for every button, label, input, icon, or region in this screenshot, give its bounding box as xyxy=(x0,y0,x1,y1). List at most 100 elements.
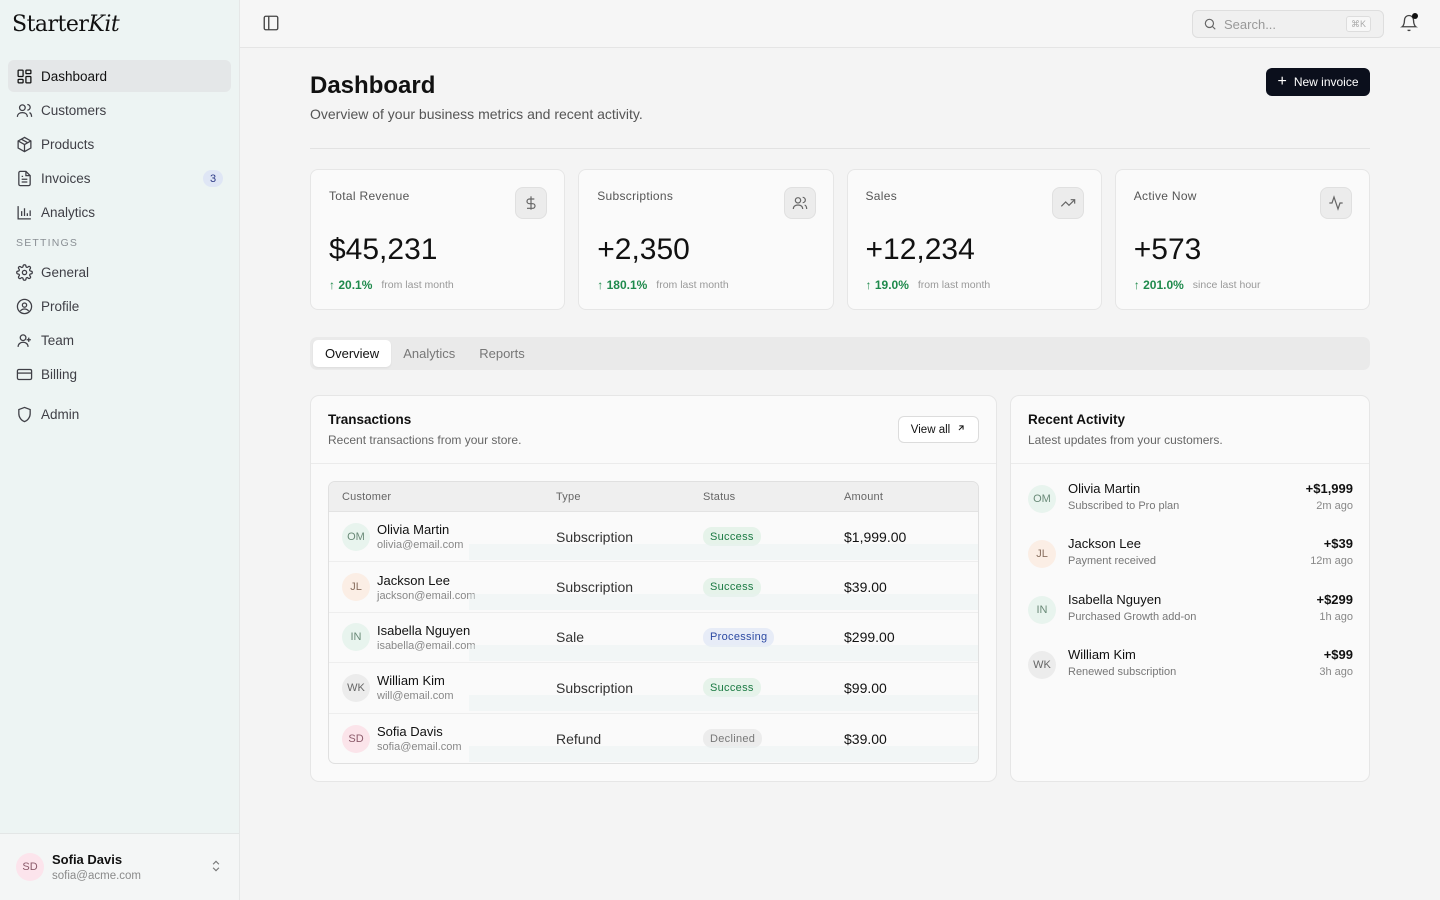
sidebar-item-label: Customers xyxy=(41,102,107,118)
customer-email: isabella@email.com xyxy=(377,639,476,652)
brand-logo[interactable]: StarterKit xyxy=(12,12,120,37)
activity-name: Isabella Nguyen xyxy=(1068,591,1162,607)
sidebar-item-dashboard[interactable]: Dashboard xyxy=(8,60,231,92)
dollar-icon xyxy=(515,187,548,219)
activity-header: Recent Activity Latest updates from your… xyxy=(1011,396,1369,464)
user-info: Sofia Davis sofia@acme.com xyxy=(52,852,141,882)
transactions-table: Customer Type Status Amount OM Olivia Mar… xyxy=(328,481,979,764)
status-cell: Success xyxy=(703,577,844,597)
shield-icon xyxy=(16,406,33,423)
customer-info: William Kim will@email.com xyxy=(377,673,454,702)
customer-info: Sofia Davis sofia@email.com xyxy=(377,724,462,753)
team-icon xyxy=(16,332,33,349)
activity-info: Olivia Martin Subscribed to Pro plan xyxy=(1068,481,1179,512)
arrow-up-icon: ↑ xyxy=(597,278,604,292)
stat-change-pct: 20.1% xyxy=(338,278,373,292)
sidebar-item-label: Invoices xyxy=(41,170,91,186)
bar-chart-icon xyxy=(16,204,33,221)
status-cell: Processing xyxy=(703,627,844,647)
avatar: SD xyxy=(342,724,370,753)
column-header-amount[interactable]: Amount xyxy=(844,491,978,503)
activity-amount: +$1,999 xyxy=(1305,481,1353,496)
avatar: IN xyxy=(342,623,370,652)
avatar: WK xyxy=(1028,650,1056,679)
sidebar-item-profile[interactable]: Profile xyxy=(8,290,231,322)
list-item[interactable]: IN Isabella Nguyen Purchased Growth add-o… xyxy=(1028,592,1353,647)
sidebar-item-products[interactable]: Products xyxy=(8,128,231,160)
transactions-card: Transactions Recent transactions from yo… xyxy=(310,395,997,782)
sidebar-toggle-icon[interactable] xyxy=(262,14,282,34)
customer-name: Isabella Nguyen xyxy=(377,622,471,638)
avatar: OM xyxy=(1028,485,1056,513)
table-row[interactable]: SD Sofia Davis sofia@email.com Refund Decl… xyxy=(329,714,978,763)
transactions-title: Transactions xyxy=(328,412,412,427)
table-row[interactable]: OM Olivia Martin olivia@email.com Subscrip… xyxy=(329,512,978,563)
sidebar-nav: Dashboard Customers Products Invoices 3 … xyxy=(8,60,231,432)
search-input[interactable]: Search... ⌘K xyxy=(1192,10,1384,38)
tab-analytics[interactable]: Analytics xyxy=(391,340,467,367)
card-icon xyxy=(16,366,33,383)
customer-email: jackson@email.com xyxy=(377,589,476,602)
arrow-up-right-icon xyxy=(956,423,966,436)
amount-cell: $39.00 xyxy=(844,579,887,596)
list-item[interactable]: JL Jackson Lee Payment received +$39 12m a… xyxy=(1028,536,1353,591)
new-invoice-button[interactable]: + New invoice xyxy=(1266,68,1370,96)
stat-change: ↑ 19.0% from last month xyxy=(866,278,991,292)
stat-change-pct: 19.0% xyxy=(874,278,909,292)
table-row[interactable]: JL Jackson Lee jackson@email.com Subscript… xyxy=(329,562,978,613)
brand-name-plain: Starter xyxy=(12,12,89,37)
sidebar-item-customers[interactable]: Customers xyxy=(8,94,231,126)
stat-card-subscriptions: Subscriptions +2,350 ↑ 180.1% from last m… xyxy=(578,169,834,310)
sidebar-item-invoices[interactable]: Invoices 3 xyxy=(8,162,231,194)
sidebar-item-label: Profile xyxy=(41,298,80,314)
customer-cell: OM Olivia Martin olivia@email.com xyxy=(329,522,556,551)
activity-amount: +$39 xyxy=(1323,536,1353,552)
sidebar-item-admin[interactable]: Admin xyxy=(8,398,231,430)
activity-info: William Kim Renewed subscription xyxy=(1068,647,1176,678)
user-menu[interactable]: SD Sofia Davis sofia@acme.com xyxy=(0,833,239,900)
activity-icon xyxy=(1320,187,1352,219)
list-item[interactable]: OM Olivia Martin Subscribed to Pro plan +… xyxy=(1028,481,1353,536)
customer-name: Sofia Davis xyxy=(377,724,443,740)
customer-info: Jackson Lee jackson@email.com xyxy=(377,573,476,602)
column-header-type[interactable]: Type xyxy=(556,491,703,503)
activity-desc: Renewed subscription xyxy=(1068,665,1177,678)
search-icon xyxy=(1203,17,1217,31)
arrow-up-icon: ↑ xyxy=(329,278,335,292)
column-header-customer[interactable]: Customer xyxy=(329,491,556,503)
tab-overview[interactable]: Overview xyxy=(313,340,392,367)
stat-card-sales: Sales +12,234 ↑ 19.0% from last month xyxy=(846,169,1102,310)
gear-icon xyxy=(16,263,33,281)
customer-email: olivia@email.com xyxy=(377,539,464,552)
transactions-header: Transactions Recent transactions from yo… xyxy=(311,396,996,464)
table-row[interactable]: IN Isabella Nguyen isabella@email.com Sale… xyxy=(329,613,978,664)
tab-reports[interactable]: Reports xyxy=(467,340,537,367)
user-circle-icon xyxy=(16,298,33,315)
amount-cell: $39.00 xyxy=(844,730,887,747)
activity-subtitle: Latest updates from your customers. xyxy=(1028,433,1223,447)
sidebar-item-analytics[interactable]: Analytics xyxy=(8,196,231,228)
activity-info: Jackson Lee Payment received xyxy=(1068,536,1156,567)
customer-cell: JL Jackson Lee jackson@email.com xyxy=(329,573,556,602)
sidebar-item-team[interactable]: Team xyxy=(8,324,231,356)
brand-name-italic: Kit xyxy=(88,12,120,37)
view-all-button[interactable]: View all xyxy=(898,416,979,443)
sidebar-item-label: Dashboard xyxy=(41,68,108,84)
table-row[interactable]: WK William Kim will@email.com Subscription… xyxy=(329,663,978,714)
arrow-up-icon: ↑ xyxy=(1133,278,1140,292)
top-bar: Search... ⌘K xyxy=(240,0,1440,48)
chevrons-up-down-icon xyxy=(209,859,223,876)
activity-desc: Payment received xyxy=(1068,555,1157,568)
column-header-status[interactable]: Status xyxy=(703,491,844,503)
user-email: sofia@acme.com xyxy=(52,870,142,882)
view-all-label: View all xyxy=(910,423,951,436)
activity-name: William Kim xyxy=(1068,646,1136,662)
customer-info: Olivia Martin olivia@email.com xyxy=(377,522,463,551)
sidebar-item-label: Admin xyxy=(41,406,80,422)
list-item[interactable]: WK William Kim Renewed subscription +$99 3… xyxy=(1028,647,1353,702)
view-tabs: Overview Analytics Reports xyxy=(310,337,1370,370)
sidebar-item-general[interactable]: General xyxy=(8,256,231,288)
stat-label: Subscriptions xyxy=(597,189,674,203)
customer-cell: SD Sofia Davis sofia@email.com xyxy=(329,724,556,753)
sidebar-item-billing[interactable]: Billing xyxy=(8,358,231,390)
